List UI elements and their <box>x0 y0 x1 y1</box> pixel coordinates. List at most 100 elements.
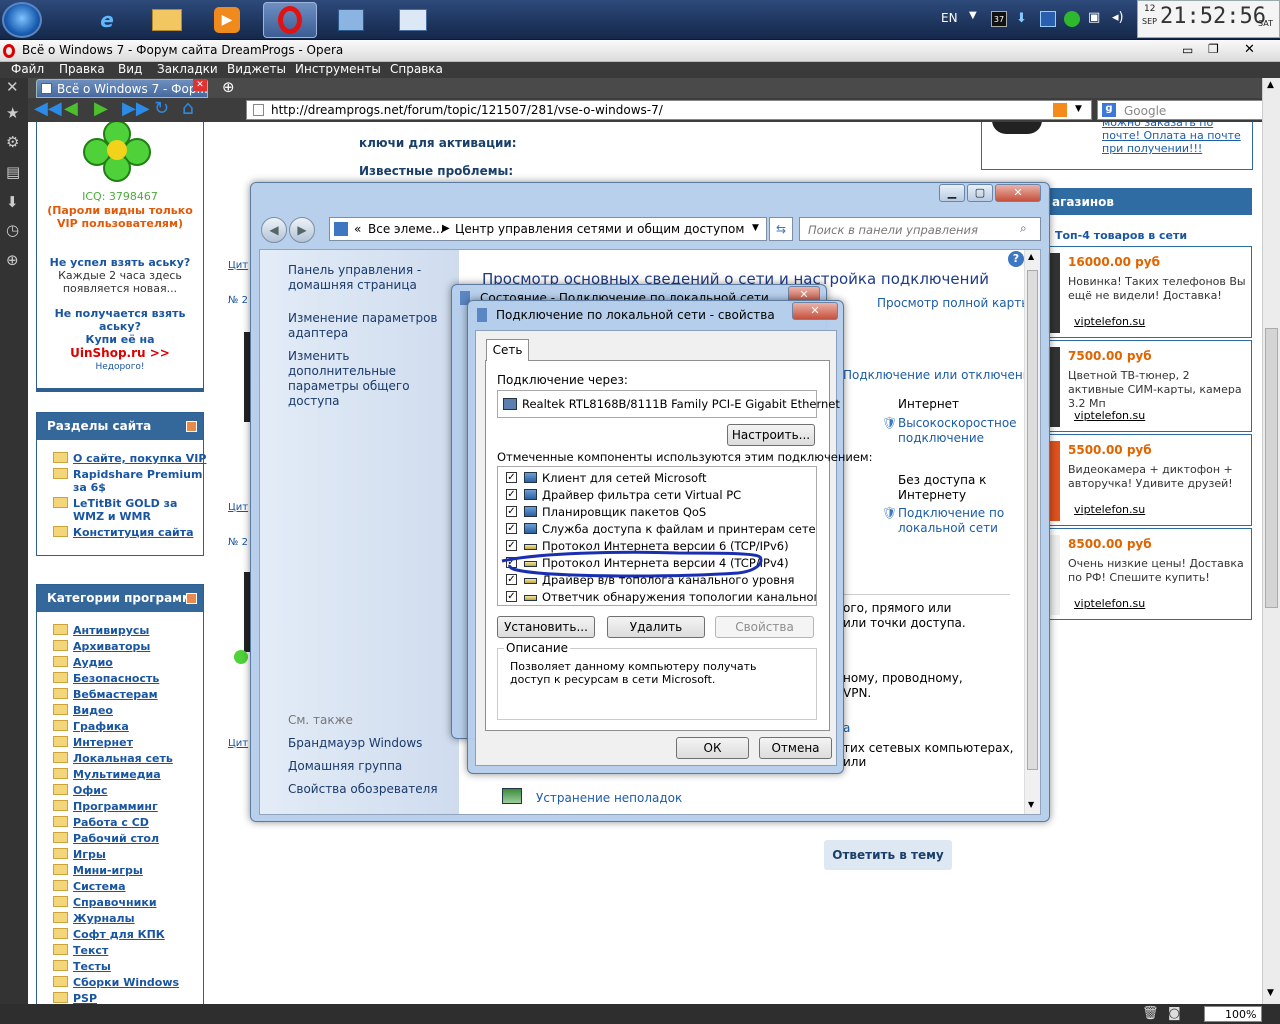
ad-item[interactable]: 7500.00 руб Цветной ТВ-тюнер, 2 активные … <box>1048 340 1252 432</box>
cancel-button[interactable]: Отмена <box>759 737 832 759</box>
category-link[interactable]: Софт для КПК <box>53 928 165 941</box>
component-checkbox[interactable]: ✓ <box>506 472 517 483</box>
properties-button[interactable]: Свойства <box>715 616 814 638</box>
cite-link[interactable]: Цит <box>228 502 248 513</box>
search-input[interactable]: Поиск в панели управления ⌕ <box>799 217 1041 241</box>
notes-icon[interactable]: ▤ <box>6 163 20 181</box>
component-row[interactable]: ✓ Ответчик обнаружения топологии канально… <box>498 589 816 605</box>
maximize-button[interactable]: ▢ <box>967 184 993 202</box>
tools-icon[interactable]: ✕ <box>6 78 19 96</box>
menu-bookmarks[interactable]: Закладки <box>157 62 218 76</box>
configure-button[interactable]: Настроить... <box>727 424 815 446</box>
gear-icon[interactable]: ⚙ <box>6 133 19 151</box>
trash-icon[interactable]: 🗑 <box>1142 1006 1159 1021</box>
component-row[interactable]: ✓ Планировщик пакетов QoS <box>498 504 816 521</box>
menu-edit[interactable]: Правка <box>59 62 105 76</box>
cite-link[interactable]: Цит <box>228 260 248 271</box>
uinshop-link[interactable]: UinShop.ru >> <box>37 346 203 360</box>
cp-home-link[interactable]: Панель управления - домашняя страница <box>288 263 453 293</box>
troubleshoot-link[interactable]: Устранение неполадок <box>536 791 682 805</box>
ad-link[interactable]: viptelefon.su <box>1074 503 1145 516</box>
chevron-down-icon[interactable]: ▼ <box>752 223 759 233</box>
sharing-settings-link[interactable]: Изменить дополнительные параметры общего… <box>288 349 453 409</box>
opera-icon[interactable] <box>263 2 317 38</box>
scrollbar-thumb[interactable] <box>1027 270 1038 770</box>
promo2-title[interactable]: Не получается взять аську? <box>45 307 195 333</box>
category-link[interactable]: Мультимедиа <box>53 768 161 781</box>
menu-help[interactable]: Справка <box>390 62 443 76</box>
ad-link[interactable]: viptelefon.su <box>1074 315 1145 328</box>
collapse-icon[interactable] <box>186 593 197 604</box>
add-panel-icon[interactable]: ⊕ <box>6 251 19 269</box>
breadcrumb-current[interactable]: Центр управления сетями и общим доступом <box>455 222 744 236</box>
scroll-up-icon[interactable]: ▲ <box>1267 80 1274 90</box>
install-button[interactable]: Установить... <box>497 616 595 638</box>
component-checkbox[interactable]: ✓ <box>506 523 517 534</box>
category-link[interactable]: Тесты <box>53 960 111 973</box>
camera-icon[interactable]: ◙ <box>1168 1006 1181 1021</box>
scroll-down-icon[interactable]: ▼ <box>1267 988 1274 998</box>
full-map-link[interactable]: Просмотр полной карты <box>877 296 1031 310</box>
category-link[interactable]: Рабочий стол <box>53 832 159 845</box>
category-link[interactable]: Безопасность <box>53 672 159 685</box>
search-box[interactable]: g Google ▼ <box>1097 100 1277 120</box>
chevron-down-icon[interactable]: ▼ <box>969 10 977 21</box>
forward-icon[interactable]: ▶ <box>94 98 108 119</box>
section-link[interactable]: LeTitBit GOLD за WMZ и WMR <box>53 497 203 523</box>
ok-button[interactable]: ОК <box>676 737 749 759</box>
rss-icon[interactable] <box>1053 103 1067 117</box>
close-button[interactable]: ✕ <box>792 302 838 320</box>
category-link[interactable]: Интернет <box>53 736 133 749</box>
cite-link[interactable]: Цит <box>228 738 248 749</box>
category-link[interactable]: Архиваторы <box>53 640 150 653</box>
clock[interactable]: 12 SEP 21:52:56 SAT <box>1137 0 1280 38</box>
promo1-title[interactable]: Не успел взять аську? <box>37 256 203 269</box>
category-link[interactable]: Игры <box>53 848 106 861</box>
breadcrumb[interactable]: « Все элеме... ▶ Центр управления сетями… <box>329 217 767 241</box>
lan-link[interactable]: Подключение по локальной сети <box>898 506 1028 536</box>
component-checkbox[interactable]: ✓ <box>506 489 517 500</box>
zoom-select[interactable]: 100% <box>1204 1006 1262 1022</box>
category-link[interactable]: Антивирусы <box>53 624 149 637</box>
restore-button[interactable]: ❐ <box>1208 42 1219 56</box>
firewall-link[interactable]: Брандмауэр Windows <box>288 736 422 751</box>
fast-forward-icon[interactable]: ▶▶ <box>122 98 150 119</box>
tray-calendar-icon[interactable]: 37 <box>991 11 1007 27</box>
control-panel-icon[interactable] <box>386 2 440 38</box>
tray-status-icon[interactable] <box>1064 11 1080 27</box>
language-indicator[interactable]: EN <box>941 11 958 25</box>
download-icon[interactable]: ⬇ <box>1016 11 1027 26</box>
category-link[interactable]: Справочники <box>53 896 157 909</box>
homegroup-link[interactable]: Домашняя группа <box>288 759 402 774</box>
collapse-icon[interactable] <box>186 421 197 432</box>
menu-view[interactable]: Вид <box>118 62 142 76</box>
media-player-icon[interactable]: ▶ <box>200 2 254 38</box>
home-icon[interactable]: ⌂ <box>182 97 194 119</box>
tray-network-icon[interactable]: ▣ <box>1088 10 1100 25</box>
section-link[interactable]: Конституция сайта <box>53 526 194 539</box>
minimize-button[interactable]: ▁ <box>939 184 965 202</box>
internet-options-link[interactable]: Свойства обозревателя <box>288 782 438 797</box>
remove-button[interactable]: Удалить <box>607 616 705 638</box>
menu-widgets[interactable]: Виджеты <box>227 62 286 76</box>
highspeed-link[interactable]: Высокоскоростное подключение <box>898 416 1028 446</box>
menu-tools[interactable]: Инструменты <box>295 62 381 76</box>
close-button[interactable]: ✕ <box>995 184 1041 202</box>
bookmarks-icon[interactable]: ★ <box>6 104 19 122</box>
adapter-settings-link[interactable]: Изменение параметров адаптера <box>288 311 453 341</box>
component-checkbox[interactable]: ✓ <box>506 506 517 517</box>
rewind-icon[interactable]: ◀◀ <box>34 98 62 119</box>
breadcrumb-root[interactable]: Все элеме... <box>368 222 444 236</box>
task-link[interactable]: а <box>843 721 850 735</box>
reload-icon[interactable]: ↻ <box>154 98 169 119</box>
category-link[interactable]: PSP <box>53 992 97 1004</box>
component-row[interactable]: ✓ Служба доступа к файлам и принтерам сет… <box>498 521 816 538</box>
component-checkbox[interactable]: ✓ <box>506 591 517 602</box>
content-scrollbar[interactable]: ▲ ▼ <box>1024 250 1040 814</box>
ad-item[interactable]: 8500.00 руб Очень низкие цены! Доставка п… <box>1048 528 1252 620</box>
category-link[interactable]: Аудио <box>53 656 113 669</box>
component-row[interactable]: ✓ Драйвер фильтра сети Virtual PC <box>498 487 816 504</box>
explorer-icon[interactable] <box>140 2 194 38</box>
category-link[interactable]: Программинг <box>53 800 158 813</box>
category-link[interactable]: Текст <box>53 944 108 957</box>
